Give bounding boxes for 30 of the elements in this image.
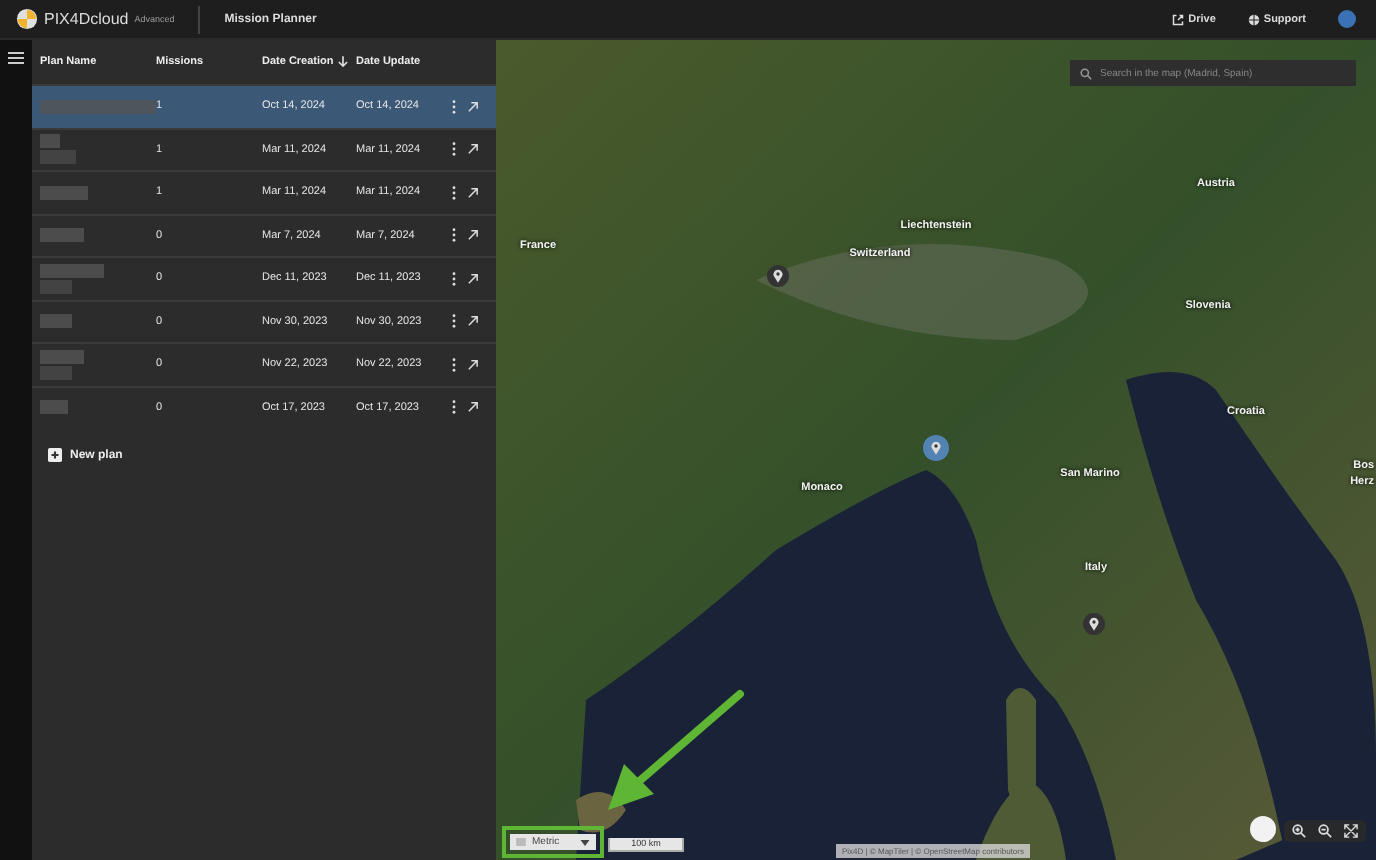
blurred-plan-name: [40, 185, 88, 200]
pin-icon: [773, 269, 783, 283]
logo-icon: [16, 8, 38, 30]
avatar[interactable]: [1338, 10, 1356, 28]
open-arrow-icon[interactable]: [468, 230, 478, 241]
blurred-plan-name: [40, 228, 84, 243]
fullscreen-icon[interactable]: [1344, 824, 1358, 838]
blurred-plan-name: [40, 400, 68, 415]
ruler-icon: [516, 838, 526, 846]
open-arrow-icon[interactable]: [468, 359, 478, 370]
zoom-out-icon[interactable]: [1318, 824, 1332, 838]
external-link-icon: [1172, 13, 1185, 25]
open-arrow-icon[interactable]: [468, 101, 478, 112]
blurred-plan-name: [40, 99, 156, 114]
open-arrow-icon[interactable]: [468, 273, 478, 284]
pin-icon: [1089, 617, 1099, 631]
open-arrow-icon[interactable]: [468, 144, 478, 155]
plus-icon: [48, 448, 62, 462]
pin-icon: [931, 441, 941, 455]
open-arrow-icon[interactable]: [468, 402, 478, 413]
globe-icon: [1247, 13, 1260, 25]
open-arrow-icon[interactable]: [468, 316, 478, 327]
zoom-in-icon[interactable]: [1292, 824, 1306, 838]
menu-icon[interactable]: [8, 52, 24, 64]
annotation-arrow: [604, 688, 748, 816]
blurred-plan-name: [40, 314, 72, 329]
open-arrow-icon[interactable]: [468, 187, 478, 198]
search-icon: [1080, 67, 1092, 79]
caret-icon: [580, 839, 590, 845]
brand-name: PIX4Dcloud: [44, 10, 129, 28]
